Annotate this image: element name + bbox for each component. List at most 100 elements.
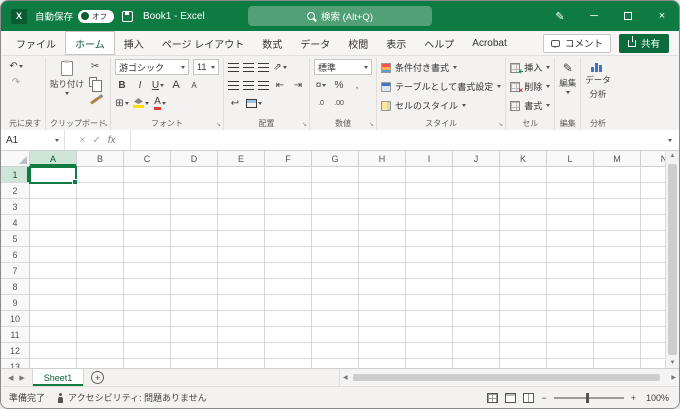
- close-button[interactable]: ×: [645, 1, 679, 31]
- column-header[interactable]: G: [312, 151, 359, 167]
- align-middle-icon[interactable]: [243, 62, 254, 72]
- insert-cells-button[interactable]: + 挿入: [510, 59, 551, 76]
- column-header[interactable]: C: [124, 151, 171, 167]
- font-color-button[interactable]: A: [153, 96, 167, 110]
- insert-function-button[interactable]: fx: [108, 135, 116, 146]
- normal-view-button[interactable]: [487, 392, 499, 403]
- zoom-slider[interactable]: [553, 392, 624, 403]
- align-bottom-icon[interactable]: [258, 62, 269, 72]
- undo-button[interactable]: ↶: [9, 59, 23, 73]
- column-header[interactable]: K: [500, 151, 547, 167]
- paste-button[interactable]: 貼り付け: [50, 59, 84, 95]
- column-header[interactable]: A: [30, 151, 77, 167]
- horizontal-scrollbar[interactable]: ◀ ▶: [339, 369, 679, 386]
- zoom-out-button[interactable]: −: [541, 393, 546, 403]
- conditional-formatting-button[interactable]: 条件付き書式: [381, 59, 501, 76]
- ribbon-tab[interactable]: データ: [291, 31, 339, 55]
- format-cells-button[interactable]: 書式: [510, 97, 551, 114]
- row-header[interactable]: 5: [1, 231, 29, 247]
- orientation-button[interactable]: ⇗: [273, 60, 287, 74]
- format-painter-button[interactable]: [88, 91, 102, 105]
- ribbon-tab[interactable]: ファイル: [7, 31, 65, 55]
- ribbon-tab[interactable]: ホーム: [65, 31, 115, 55]
- row-header[interactable]: 11: [1, 327, 29, 343]
- zoom-in-button[interactable]: +: [631, 393, 636, 403]
- cut-button[interactable]: ✂: [88, 59, 102, 73]
- zoom-level[interactable]: 100%: [643, 393, 669, 403]
- comments-button[interactable]: コメント: [542, 33, 611, 53]
- merge-center-button[interactable]: [246, 96, 262, 110]
- comma-format-button[interactable]: ,: [350, 78, 364, 92]
- formula-input[interactable]: [131, 130, 661, 150]
- autosave-toggle[interactable]: オフ: [78, 9, 115, 23]
- vertical-scrollbar[interactable]: ▲ ▼: [665, 151, 679, 368]
- row-header[interactable]: 13: [1, 359, 29, 369]
- number-dialog-launcher[interactable]: ↘: [369, 122, 374, 128]
- decrease-indent-button[interactable]: ⇤: [273, 78, 287, 92]
- page-break-view-button[interactable]: [523, 392, 535, 403]
- styles-dialog-launcher[interactable]: ↘: [498, 122, 503, 128]
- row-header[interactable]: 8: [1, 279, 29, 295]
- sheet-nav-left-icon[interactable]: ◀: [8, 374, 13, 382]
- scroll-right-icon[interactable]: ▶: [671, 374, 676, 381]
- ribbon-tab[interactable]: ヘルプ: [415, 31, 463, 55]
- row-header[interactable]: 10: [1, 311, 29, 327]
- font-size-select[interactable]: 11: [193, 59, 219, 75]
- row-header[interactable]: 7: [1, 263, 29, 279]
- clipboard-dialog-launcher[interactable]: ↘: [103, 122, 108, 128]
- increase-decimal-button[interactable]: .0: [314, 96, 328, 110]
- redo-button[interactable]: ↷: [9, 75, 23, 89]
- cell-styles-button[interactable]: セルのスタイル: [381, 97, 501, 114]
- sheet-tab-active[interactable]: Sheet1: [31, 369, 85, 386]
- column-header[interactable]: D: [171, 151, 218, 167]
- align-top-icon[interactable]: [228, 62, 239, 72]
- align-left-icon[interactable]: [228, 80, 239, 90]
- expand-formula-bar-button[interactable]: [661, 130, 679, 150]
- ribbon-tab[interactable]: 挿入: [115, 31, 153, 55]
- share-button[interactable]: 共有: [618, 33, 669, 53]
- row-header[interactable]: 12: [1, 343, 29, 359]
- ribbon-tab[interactable]: 数式: [253, 31, 291, 55]
- column-header[interactable]: E: [218, 151, 265, 167]
- scroll-left-icon[interactable]: ◀: [343, 374, 348, 381]
- save-icon[interactable]: [122, 10, 134, 22]
- delete-cells-button[interactable]: × 削除: [510, 78, 551, 95]
- ribbon-tab[interactable]: 表示: [377, 31, 415, 55]
- select-all-button[interactable]: [1, 151, 30, 167]
- scroll-up-icon[interactable]: ▲: [670, 153, 676, 159]
- minimize-button[interactable]: ─: [577, 1, 611, 31]
- zoom-slider-thumb[interactable]: [585, 392, 589, 403]
- formula-cancel-button[interactable]: ×: [79, 135, 85, 146]
- accessibility-status[interactable]: アクセシビリティ: 問題ありません: [57, 391, 207, 404]
- search-box[interactable]: 検索 (Alt+Q): [248, 6, 432, 26]
- column-header[interactable]: L: [547, 151, 594, 167]
- maximize-button[interactable]: [611, 1, 645, 31]
- number-format-select[interactable]: 標準: [314, 59, 372, 75]
- align-center-icon[interactable]: [243, 80, 254, 90]
- row-header[interactable]: 6: [1, 247, 29, 263]
- row-header[interactable]: 4: [1, 215, 29, 231]
- italic-button[interactable]: I: [133, 78, 147, 92]
- format-as-table-button[interactable]: テーブルとして書式設定: [381, 78, 502, 95]
- increase-font-button[interactable]: A: [169, 78, 183, 92]
- column-header[interactable]: I: [406, 151, 453, 167]
- align-right-icon[interactable]: [258, 80, 269, 90]
- name-box[interactable]: A1: [1, 130, 65, 150]
- borders-button[interactable]: ⊞: [115, 96, 129, 110]
- scroll-down-icon[interactable]: ▼: [670, 360, 676, 366]
- percent-format-button[interactable]: %: [332, 78, 346, 92]
- row-header[interactable]: 2: [1, 183, 29, 199]
- increase-indent-button[interactable]: ⇥: [291, 78, 305, 92]
- column-header[interactable]: N: [641, 151, 665, 167]
- font-family-select[interactable]: 游ゴシック: [115, 59, 189, 75]
- ribbon-tab[interactable]: ページ レイアウト: [153, 31, 254, 55]
- currency-format-button[interactable]: ¤: [314, 78, 328, 92]
- column-header[interactable]: M: [594, 151, 641, 167]
- font-dialog-launcher[interactable]: ↘: [216, 122, 221, 128]
- page-layout-view-button[interactable]: [505, 392, 517, 403]
- ribbon-tab[interactable]: Acrobat: [463, 31, 515, 55]
- pen-icon[interactable]: ✎: [543, 1, 577, 31]
- ribbon-tab[interactable]: 校閲: [339, 31, 377, 55]
- row-header[interactable]: 3: [1, 199, 29, 215]
- column-header[interactable]: F: [265, 151, 312, 167]
